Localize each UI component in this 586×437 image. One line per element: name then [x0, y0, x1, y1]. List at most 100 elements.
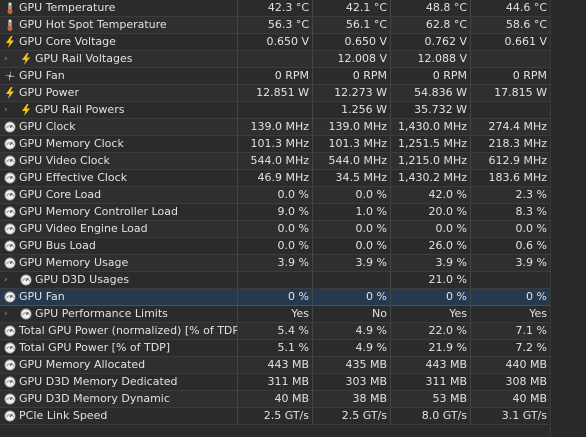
gauge-icon [4, 393, 16, 405]
column-divider [470, 119, 471, 135]
value-maximum: 0 % [446, 290, 467, 303]
sensor-label: GPU Hot Spot Temperature [19, 18, 167, 31]
sensor-label: GPU Memory Allocated [19, 358, 146, 371]
value-current: 40 MB [274, 392, 309, 405]
column-divider [237, 357, 238, 373]
value-minimum: 3.9 % [355, 256, 387, 269]
value-current: 0 RPM [274, 69, 309, 82]
sensor-name-cell: GPU Video Engine Load [0, 221, 237, 237]
sensor-row-gpu-memory-allocated[interactable]: GPU Memory Allocated 443 MB 435 MB 443 MB 44… [0, 357, 586, 374]
value-minimum: 56.1 °C [345, 18, 387, 31]
column-divider [237, 238, 238, 254]
sensor-row-total-gpu-power-of-tdp[interactable]: Total GPU Power [% of TDP] 5.1 % 4.9 % 21.9… [0, 340, 586, 357]
sensor-row-gpu-fan[interactable]: GPU Fan 0 % 0 % 0 % 0 % [0, 289, 586, 306]
column-divider [312, 204, 313, 220]
sensor-label: Total GPU Power (normalized) [% of TDP] [19, 324, 237, 337]
column-divider [470, 238, 471, 254]
value-maximum: 20.0 % [428, 205, 467, 218]
value-current: 0 % [288, 290, 309, 303]
value-minimum: 139.0 MHz [328, 120, 387, 133]
value-minimum: 0.0 % [355, 222, 387, 235]
sensor-row-gpu-power[interactable]: GPU Power 12.851 W 12.273 W 54.836 W 17.815 … [0, 85, 586, 102]
value-average: 3.1 GT/s [501, 409, 547, 422]
gauge-icon [4, 342, 16, 354]
lightning-icon [4, 36, 16, 48]
column-divider [390, 323, 391, 339]
value-maximum: 21.9 % [428, 341, 467, 354]
column-divider [237, 221, 238, 237]
value-maximum: 8.0 GT/s [421, 409, 467, 422]
column-divider [237, 119, 238, 135]
sensor-label: GPU Temperature [19, 1, 116, 14]
value-current [237, 102, 312, 118]
column-divider [470, 289, 471, 305]
sensor-row-gpu-temperature[interactable]: GPU Temperature 42.3 °C 42.1 °C 48.8 °C 44.6… [0, 0, 586, 17]
sensor-name-cell: Total GPU Power (normalized) [% of TDP] [0, 323, 237, 339]
expand-chevron-icon[interactable]: › [4, 309, 12, 319]
gauge-icon [4, 410, 16, 422]
value-maximum: 311 MB [425, 375, 467, 388]
sensor-row-gpu-hot-spot-temperature[interactable]: GPU Hot Spot Temperature 56.3 °C 56.1 °C 62… [0, 17, 586, 34]
column-divider [390, 153, 391, 169]
column-divider [470, 340, 471, 356]
value-average: 274.4 MHz [488, 120, 547, 133]
column-divider [470, 323, 471, 339]
gauge-icon [4, 325, 16, 337]
sensor-label: GPU Clock [19, 120, 76, 133]
column-divider [470, 374, 471, 390]
sensor-row-gpu-rail-voltages[interactable]: › GPU Rail Voltages 12.008 V 12.088 V [0, 51, 586, 68]
sensor-row-total-gpu-power-normalized-of-tdp[interactable]: Total GPU Power (normalized) [% of TDP] 5… [0, 323, 586, 340]
sensor-row-gpu-d3d-memory-dynamic[interactable]: GPU D3D Memory Dynamic 40 MB 38 MB 53 MB 40 … [0, 391, 586, 408]
column-divider [390, 221, 391, 237]
column-divider [390, 238, 391, 254]
value-minimum: No [372, 307, 387, 320]
sensor-label: GPU Core Load [19, 188, 102, 201]
value-maximum: 22.0 % [428, 324, 467, 337]
expand-chevron-icon[interactable]: › [4, 54, 12, 64]
sensor-row-gpu-d3d-usages[interactable]: › GPU D3D Usages 21.0 % [0, 272, 586, 289]
sensor-name-cell: GPU Video Clock [0, 153, 237, 169]
sensor-row-gpu-video-clock[interactable]: GPU Video Clock 544.0 MHz 544.0 MHz 1,215.0… [0, 153, 586, 170]
gauge-icon [4, 291, 16, 303]
sensor-row-pcie-link-speed[interactable]: PCIe Link Speed 2.5 GT/s 2.5 GT/s 8.0 GT/s 3… [0, 408, 586, 425]
value-average [470, 102, 550, 118]
sensor-name-cell: GPU Memory Usage [0, 255, 237, 271]
sensor-label: GPU Rail Powers [35, 103, 125, 116]
sensor-name-cell: GPU Memory Controller Load [0, 204, 237, 220]
value-average: 612.9 MHz [488, 154, 547, 167]
column-divider [390, 170, 391, 186]
sensor-row-gpu-memory-controller-load[interactable]: GPU Memory Controller Load 9.0 % 1.0 % 20.0… [0, 204, 586, 221]
sensor-row-gpu-video-engine-load[interactable]: GPU Video Engine Load 0.0 % 0.0 % 0.0 % 0.0 … [0, 221, 586, 238]
column-divider [237, 289, 238, 305]
column-divider [312, 374, 313, 390]
sensor-row-gpu-clock[interactable]: GPU Clock 139.0 MHz 139.0 MHz 1,430.0 MHz 27… [0, 119, 586, 136]
sensor-label: GPU Fan [19, 290, 65, 303]
sensor-row-gpu-memory-usage[interactable]: GPU Memory Usage 3.9 % 3.9 % 3.9 % 3.9 % [0, 255, 586, 272]
sensor-row-gpu-rail-powers[interactable]: › GPU Rail Powers 1.256 W 35.732 W [0, 102, 586, 119]
sensor-row-gpu-fan[interactable]: GPU Fan 0 RPM 0 RPM 0 RPM 0 RPM [0, 68, 586, 85]
sensor-label: GPU Bus Load [19, 239, 96, 252]
column-divider [390, 51, 391, 67]
sensor-row-gpu-effective-clock[interactable]: GPU Effective Clock 46.9 MHz 34.5 MHz 1,430… [0, 170, 586, 187]
value-minimum: 2.5 GT/s [341, 409, 387, 422]
value-maximum: 1,251.5 MHz [397, 137, 467, 150]
column-divider [470, 255, 471, 271]
sensor-name-cell: PCIe Link Speed [0, 408, 237, 424]
column-divider [312, 153, 313, 169]
sensor-row-gpu-d3d-memory-dedicated[interactable]: GPU D3D Memory Dedicated 311 MB 303 MB 311 … [0, 374, 586, 391]
value-minimum: 0.0 % [355, 239, 387, 252]
sensor-row-gpu-bus-load[interactable]: GPU Bus Load 0.0 % 0.0 % 26.0 % 0.6 % [0, 238, 586, 255]
expand-chevron-icon[interactable]: › [4, 105, 12, 115]
sensor-row-gpu-core-load[interactable]: GPU Core Load 0.0 % 0.0 % 42.0 % 2.3 % [0, 187, 586, 204]
sensor-row-gpu-performance-limits[interactable]: › GPU Performance Limits Yes No Yes Yes [0, 306, 586, 323]
expand-chevron-icon[interactable]: › [4, 275, 12, 285]
column-divider [237, 408, 238, 424]
thermometer-icon [4, 2, 16, 14]
column-divider [237, 170, 238, 186]
column-divider [470, 85, 471, 101]
sensor-row-gpu-core-voltage[interactable]: GPU Core Voltage 0.650 V 0.650 V 0.762 V 0.6… [0, 34, 586, 51]
value-minimum: 4.9 % [355, 341, 387, 354]
value-average: 7.2 % [515, 341, 547, 354]
sensor-row-gpu-memory-clock[interactable]: GPU Memory Clock 101.3 MHz 101.3 MHz 1,251.… [0, 136, 586, 153]
column-divider [470, 0, 471, 16]
